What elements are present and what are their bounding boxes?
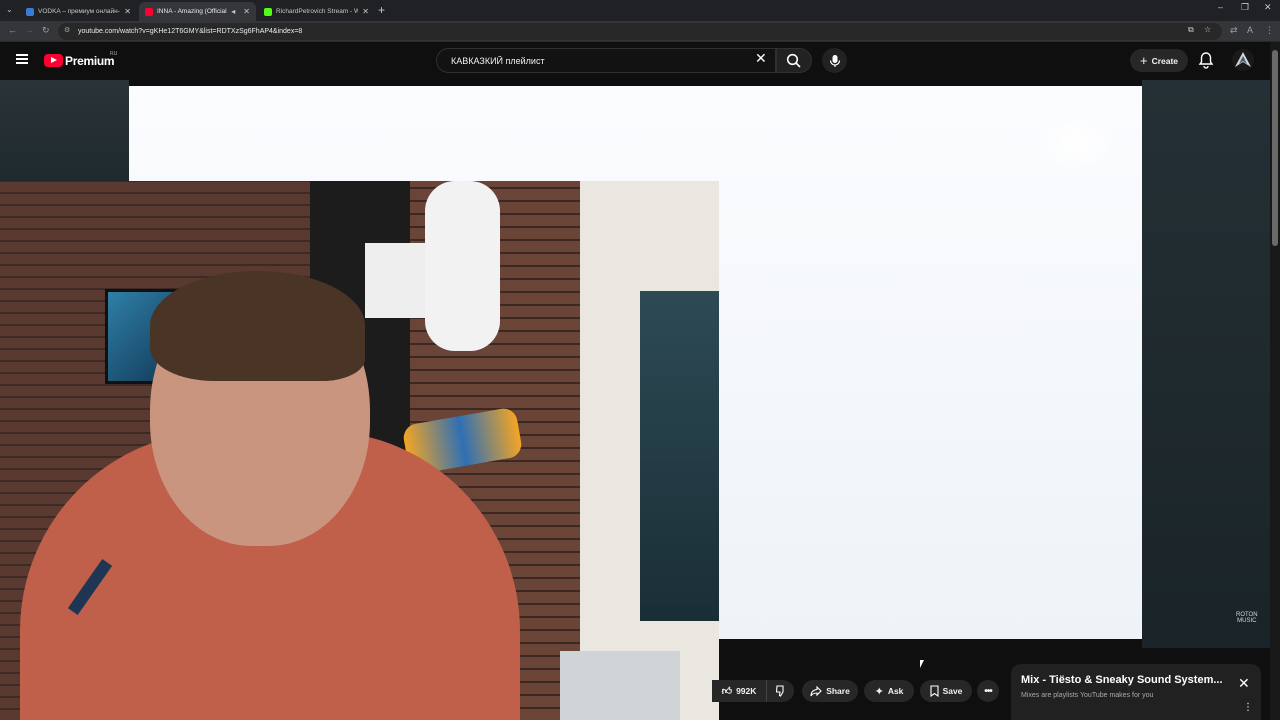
kick-favicon-icon — [264, 7, 272, 16]
reload-icon[interactable]: ↻ — [42, 25, 50, 36]
like-button[interactable]: 👍︎ 992K — [712, 680, 766, 702]
close-icon[interactable]: ✕ — [1238, 675, 1250, 692]
window-glass — [640, 291, 719, 621]
browser-menu-icon[interactable]: ⋮ — [1265, 25, 1274, 36]
mix-title[interactable]: Mix - Tiësto & Sneaky Sound System... — [1021, 674, 1231, 686]
clear-search-icon[interactable]: ✕ — [755, 50, 767, 67]
search-box[interactable] — [436, 48, 776, 73]
notifications-bell-icon[interactable] — [1198, 51, 1214, 69]
thumbs-down-icon — [775, 685, 784, 697]
thumbs-up-icon: 👍︎ — [721, 686, 733, 697]
avatar[interactable] — [1232, 49, 1254, 71]
close-window-icon[interactable]: ✕ — [1264, 2, 1272, 13]
microphone-icon — [829, 54, 840, 67]
mix-playlist-panel[interactable]: Mix - Tiësto & Sneaky Sound System... Mi… — [1011, 664, 1261, 720]
bookmark-icon — [930, 685, 939, 697]
more-vertical-icon[interactable]: ⋮ — [1243, 703, 1253, 713]
channel-watermark: ROTON MUSIC — [1236, 612, 1258, 624]
share-arrow-icon — [810, 685, 822, 696]
new-tab-icon[interactable]: + — [378, 3, 385, 17]
tab-kick-stream[interactable]: RichardPetrovich Stream - Wat ✕ — [258, 2, 375, 21]
url-field[interactable]: ⚙ youtube.com/watch?v=gKHe12T6GMY&list=R… — [58, 23, 1222, 40]
open-in-app-icon[interactable]: ⧉ — [1188, 25, 1194, 35]
bookmark-star-icon[interactable]: ☆ — [1204, 25, 1211, 34]
brand-premium[interactable]: Premium — [65, 54, 115, 68]
voice-search-button[interactable] — [822, 48, 847, 73]
webcam-overlay — [0, 181, 719, 720]
hanging-plush — [425, 181, 500, 351]
search-input[interactable] — [451, 49, 751, 72]
tab-youtube[interactable]: INNA - Amazing (Official V ◂ ✕ — [139, 2, 256, 21]
browser-tab-bar: ⌄ VODKA – премиум онлайн-ка ✕ INNA - Ama… — [0, 0, 1280, 21]
close-tab-icon[interactable]: ✕ — [243, 7, 250, 16]
close-tab-icon[interactable]: ✕ — [124, 7, 131, 16]
save-button[interactable]: Save — [920, 680, 972, 702]
search-icon — [786, 53, 801, 68]
ambient-background-right — [1142, 80, 1270, 648]
video-light-glow — [1040, 118, 1110, 168]
dislike-button[interactable] — [766, 680, 794, 702]
address-bar-row: ← → ↻ ⚙ youtube.com/watch?v=gKHe12T6GMY&… — [0, 21, 1280, 42]
mouse-cursor-icon — [920, 660, 924, 668]
mix-subtitle: Mixes are playlists YouTube makes for yo… — [1021, 692, 1154, 699]
extensions-icon[interactable]: ⇄ — [1230, 25, 1238, 36]
ask-button[interactable]: ✦ Ask — [864, 680, 914, 702]
scrollbar-thumb[interactable] — [1272, 50, 1278, 246]
site-info-icon[interactable]: ⚙ — [64, 26, 70, 34]
tab-search-icon[interactable]: ⌄ — [6, 5, 13, 14]
restore-icon[interactable]: ❐ — [1241, 2, 1249, 13]
ambient-background-left — [0, 80, 129, 181]
radiator — [560, 651, 680, 720]
search-button[interactable] — [776, 48, 812, 73]
close-tab-icon[interactable]: ✕ — [362, 7, 369, 16]
sparkle-icon: ✦ — [874, 685, 884, 698]
back-icon[interactable]: ← — [8, 25, 17, 35]
more-actions-button[interactable]: ••• — [977, 680, 999, 702]
speaker-icon[interactable]: ◂ — [231, 7, 235, 16]
avatar-logo-icon — [1235, 52, 1251, 67]
profile-icon[interactable]: A — [1247, 25, 1253, 35]
more-horizontal-icon: ••• — [984, 685, 992, 697]
forward-icon[interactable]: → — [25, 25, 34, 35]
youtube-masthead: Premium RU ✕ + Create — [0, 42, 1270, 80]
menu-icon[interactable] — [16, 54, 28, 64]
youtube-favicon-icon — [145, 7, 153, 16]
globe-icon — [26, 7, 34, 16]
region-code: RU — [110, 51, 118, 57]
create-button[interactable]: + Create — [1130, 49, 1188, 72]
plus-icon: + — [1139, 53, 1148, 68]
minimize-icon[interactable]: – — [1218, 2, 1223, 12]
tab-vodka[interactable]: VODKA – премиум онлайн-ка ✕ — [20, 2, 137, 21]
youtube-logo-icon[interactable] — [44, 54, 63, 67]
share-button[interactable]: Share — [802, 680, 858, 702]
person-hair — [150, 271, 365, 381]
